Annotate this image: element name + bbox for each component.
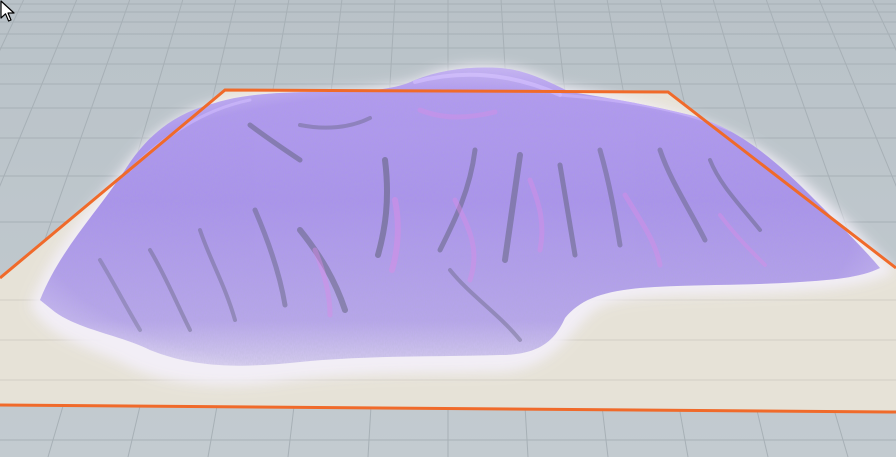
scene-canvas[interactable] xyxy=(0,0,896,457)
terrain-viewport[interactable] xyxy=(0,0,896,457)
arrow-pointer-icon xyxy=(0,0,15,22)
